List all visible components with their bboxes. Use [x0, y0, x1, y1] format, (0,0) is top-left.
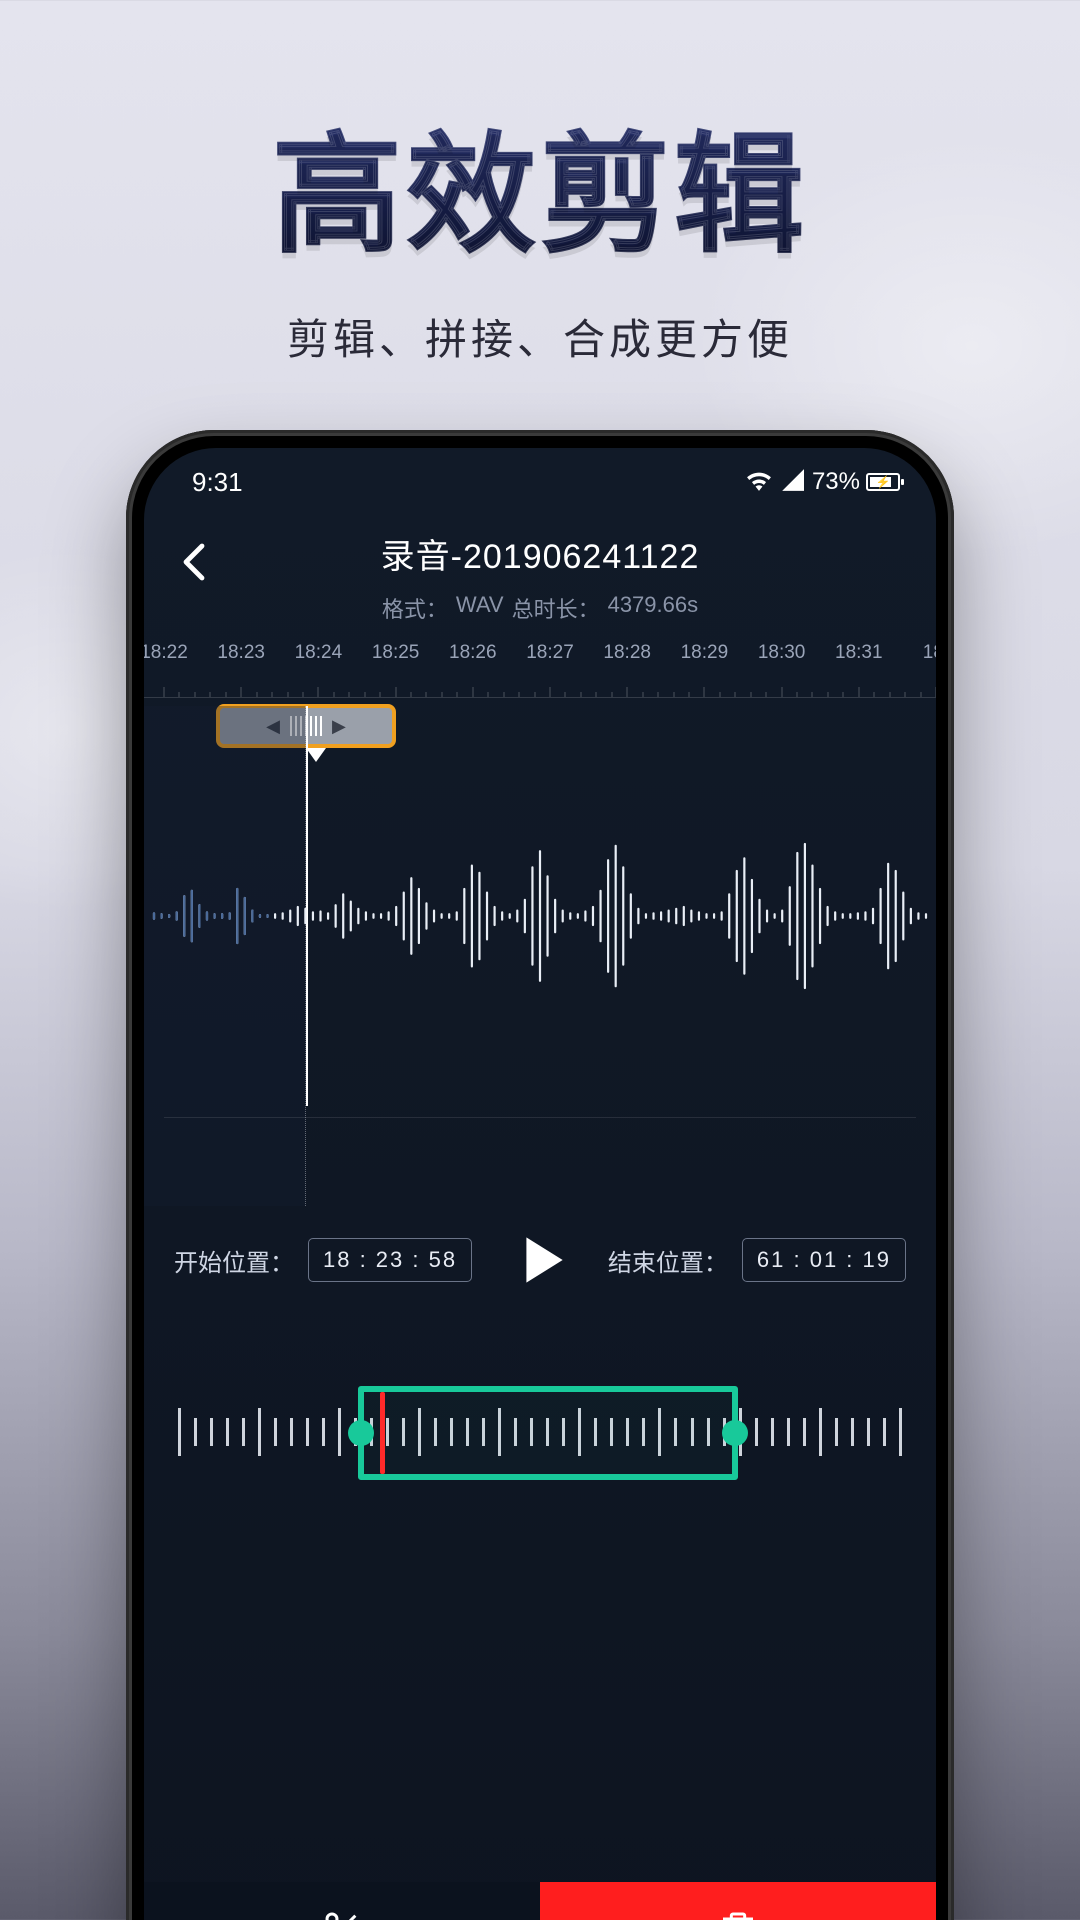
- range-current-marker[interactable]: [380, 1392, 385, 1474]
- ruler-tick: 18:23: [217, 642, 265, 664]
- start-label: 开始位置：: [174, 1243, 294, 1278]
- duration-label: 总时长：: [512, 592, 600, 624]
- end-label: 结束位置：: [608, 1243, 728, 1278]
- status-time: 9:31: [192, 467, 243, 498]
- battery-indicator: 73% ⚡: [812, 468, 900, 496]
- format-value: WAV: [456, 592, 504, 624]
- trash-icon: [718, 1909, 758, 1920]
- app-header: 录音-201906241122 格式： WAV 总时长： 4379.66s: [144, 516, 936, 636]
- phone-frame: 9:31 73% ⚡ 录音-201906241122: [126, 430, 954, 1920]
- back-button[interactable]: [172, 538, 220, 586]
- timeline-ruler[interactable]: 18:22 18:23 18:24 18:25 18:26 18:27 18:28 18:29…: [144, 642, 936, 698]
- chevron-right-icon: ▶: [332, 716, 346, 737]
- waveform-icon: [144, 826, 936, 1006]
- range-selection-box[interactable]: [358, 1386, 738, 1480]
- end-time-field[interactable]: 61 : 01 : 19: [742, 1238, 906, 1282]
- cellular-icon: [780, 467, 804, 498]
- phone-screen: 9:31 73% ⚡ 录音-201906241122: [144, 448, 936, 1920]
- ruler-tick: 18:29: [681, 642, 729, 664]
- cut-selection-button[interactable]: 剪取选中段: [144, 1882, 540, 1920]
- start-time-field[interactable]: 18 : 23 : 58: [308, 1238, 472, 1282]
- ruler-tick: 18:: [923, 642, 936, 664]
- range-selector[interactable]: [144, 1364, 936, 1504]
- bottom-action-bar: 剪取选中段 删除选中段: [144, 1882, 936, 1920]
- format-label: 格式：: [382, 592, 448, 624]
- waveform-area[interactable]: [144, 766, 936, 1066]
- status-bar: 9:31 73% ⚡: [144, 448, 936, 516]
- battery-icon: ⚡: [866, 473, 900, 491]
- ruler-tick: 18:27: [526, 642, 574, 664]
- battery-percent: 73%: [812, 468, 860, 496]
- scissors-icon: [322, 1909, 362, 1920]
- play-button[interactable]: [506, 1226, 574, 1294]
- recording-title: 录音-201906241122: [381, 529, 700, 578]
- ruler-tick: 18:28: [603, 642, 651, 664]
- time-controls: 开始位置： 18 : 23 : 58 结束位置： 61 : 01 : 19: [144, 1226, 936, 1294]
- ruler-tick: 18:30: [758, 642, 806, 664]
- delete-selection-button[interactable]: 删除选中段: [540, 1882, 936, 1920]
- hero-subtitle: 剪辑、拼接、合成更方便: [0, 306, 1080, 367]
- ruler-tick: 18:31: [835, 642, 883, 664]
- ruler-tick: 18:22: [144, 642, 188, 664]
- hero-title: 高效剪辑: [0, 90, 1080, 278]
- recording-meta: 格式： WAV 总时长： 4379.66s: [382, 592, 698, 624]
- duration-value: 4379.66s: [608, 592, 699, 624]
- ruler-tick: 18:26: [449, 642, 497, 664]
- ruler-tick: 18:24: [295, 642, 343, 664]
- wifi-icon: [746, 467, 772, 498]
- playhead-pointer-icon: [306, 748, 326, 762]
- ruler-tick: 18:25: [372, 642, 420, 664]
